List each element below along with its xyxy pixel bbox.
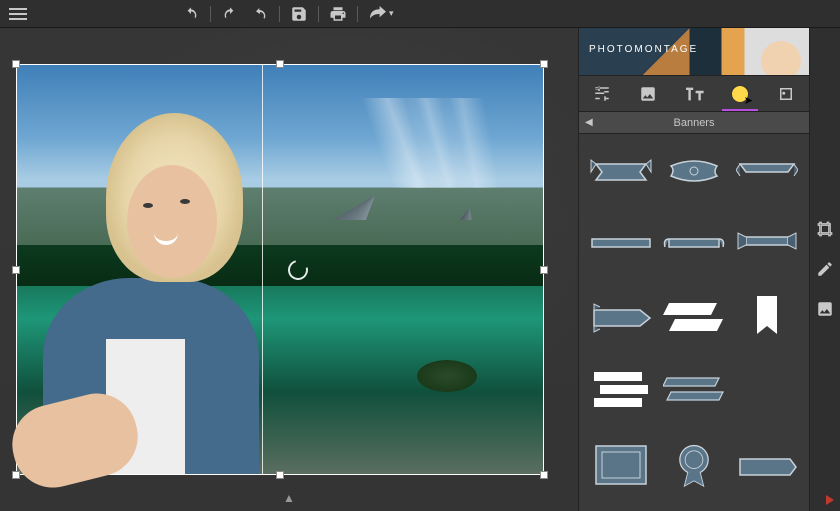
mode-label: PHOTOMONTAGE bbox=[589, 44, 698, 55]
share-button[interactable]: ▾ bbox=[366, 4, 396, 24]
sticker-ribbon-flat-long[interactable] bbox=[587, 220, 654, 266]
crop-handle-top-mid[interactable] bbox=[276, 60, 284, 68]
guide-vertical bbox=[262, 65, 263, 474]
sticker-stacked-strips-angled[interactable] bbox=[660, 368, 727, 414]
category-back-button[interactable]: ◀ bbox=[585, 117, 593, 128]
menu-hamburger-icon[interactable] bbox=[6, 2, 30, 26]
island bbox=[417, 360, 477, 392]
main-row: ▲ PHOTOMONTAGE ➤ bbox=[0, 28, 840, 511]
tab-frames[interactable] bbox=[763, 76, 809, 111]
mountains bbox=[280, 98, 578, 221]
right-sidebar: PHOTOMONTAGE ➤ bbox=[578, 28, 809, 511]
banner-sticker-grid bbox=[579, 134, 809, 511]
crop-selection-frame[interactable] bbox=[16, 64, 544, 475]
redo-button[interactable] bbox=[219, 4, 241, 24]
redo-alt-button[interactable] bbox=[249, 4, 271, 24]
sticker-highlight-icon: ➤ bbox=[731, 85, 749, 103]
sticker-rosette-medal[interactable] bbox=[660, 442, 727, 488]
tab-text[interactable] bbox=[671, 76, 717, 111]
toolbar-divider bbox=[279, 6, 280, 22]
far-right-toolbar bbox=[809, 28, 840, 511]
cursor-arrow-icon: ➤ bbox=[744, 94, 753, 107]
undo-button[interactable] bbox=[180, 4, 202, 24]
crop-handle-mid-right[interactable] bbox=[540, 266, 548, 274]
top-tool-group: ▾ bbox=[180, 3, 396, 25]
add-image-button[interactable] bbox=[814, 298, 836, 320]
crop-handle-bottom-mid[interactable] bbox=[276, 471, 284, 479]
toolbar-divider bbox=[210, 6, 211, 22]
tab-stickers[interactable]: ➤ bbox=[717, 76, 763, 111]
crop-handle-bottom-right[interactable] bbox=[540, 471, 548, 479]
tab-image[interactable] bbox=[625, 76, 671, 111]
sticker-ribbon-classic[interactable] bbox=[587, 146, 654, 192]
toolbar-divider bbox=[357, 6, 358, 22]
sticker-blank-spacer bbox=[734, 368, 801, 414]
canvas-area[interactable]: ▲ bbox=[0, 28, 578, 511]
crop-handle-bottom-left[interactable] bbox=[12, 471, 20, 479]
sticker-ribbon-ornate[interactable] bbox=[660, 146, 727, 192]
sticker-stacked-bars[interactable] bbox=[587, 368, 654, 414]
toolbar-divider bbox=[318, 6, 319, 22]
draw-tool-button[interactable] bbox=[814, 258, 836, 280]
header-hand-graphic bbox=[755, 35, 806, 76]
sticker-ribbon-two-tails[interactable] bbox=[734, 220, 801, 266]
chevron-up-icon[interactable]: ▲ bbox=[283, 491, 295, 505]
crop-handle-top-right[interactable] bbox=[540, 60, 548, 68]
top-toolbar: ▾ bbox=[0, 0, 840, 28]
sticker-banner-flag[interactable] bbox=[587, 294, 654, 340]
canvas-image bbox=[17, 65, 543, 474]
crop-handle-top-left[interactable] bbox=[12, 60, 20, 68]
sticker-rectangle-frame[interactable] bbox=[587, 442, 654, 488]
sticker-parallelogram-pair[interactable] bbox=[660, 294, 727, 340]
play-button[interactable] bbox=[826, 495, 834, 505]
category-subheader: ◀ Banners bbox=[579, 112, 809, 134]
sticker-bookmark-pennant[interactable] bbox=[734, 294, 801, 340]
sticker-banner-tail-flat[interactable] bbox=[734, 442, 801, 488]
crop-tool-button[interactable] bbox=[814, 218, 836, 240]
sidebar-header: PHOTOMONTAGE bbox=[579, 28, 809, 76]
person-subject bbox=[28, 98, 291, 474]
save-button[interactable] bbox=[288, 3, 310, 25]
crop-handle-mid-left[interactable] bbox=[12, 266, 20, 274]
category-title: Banners bbox=[674, 117, 715, 129]
sticker-ribbon-cutends[interactable] bbox=[734, 146, 801, 192]
print-button[interactable] bbox=[327, 3, 349, 25]
person-face bbox=[127, 165, 216, 278]
sidebar-tabs: ➤ bbox=[579, 76, 809, 112]
photo-editor-app: ▾ bbox=[0, 0, 840, 511]
tab-adjustments[interactable] bbox=[579, 76, 625, 111]
sticker-ribbon-scroll[interactable] bbox=[660, 220, 727, 266]
